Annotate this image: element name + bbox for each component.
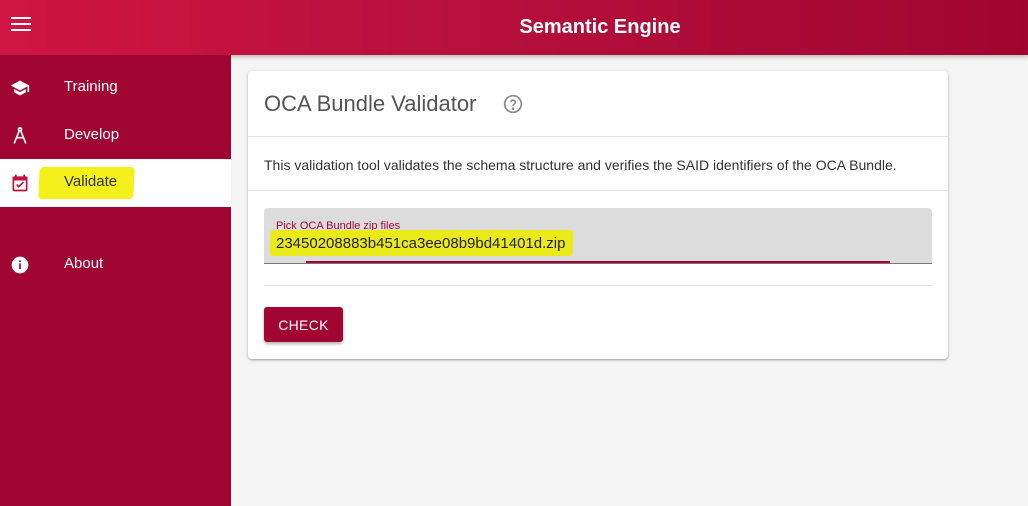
sidebar-item-validate[interactable]: Validate xyxy=(0,159,231,207)
info-icon xyxy=(10,255,30,275)
sidebar-item-about[interactable]: About xyxy=(0,241,231,289)
file-picker-value: 23450208883b451ca3ee08b9bd41401d.zip xyxy=(276,235,566,252)
sidebar-item-develop[interactable]: Develop xyxy=(0,112,231,160)
sidebar-item-label: About xyxy=(64,255,104,272)
check-button[interactable]: CHECK xyxy=(264,307,343,342)
checkbox-calendar-icon xyxy=(10,173,30,193)
field-underline xyxy=(264,263,932,264)
divider xyxy=(264,285,932,286)
description-text: This validation tool validates the schem… xyxy=(264,157,897,173)
field-focus-underline xyxy=(306,261,890,263)
app-title: Semantic Engine xyxy=(519,16,681,38)
divider xyxy=(248,136,948,137)
compass-icon xyxy=(10,126,30,146)
page-title: OCA Bundle Validator xyxy=(264,91,477,116)
validator-card: OCA Bundle Validator This validation too… xyxy=(248,71,948,359)
sidebar-item-training[interactable]: Training xyxy=(0,64,231,112)
sidebar: Training Develop Validate About xyxy=(0,55,231,506)
sidebar-item-label: Training xyxy=(64,78,118,95)
file-picker-field[interactable]: Pick OCA Bundle zip files 23450208883b45… xyxy=(264,208,932,264)
sidebar-item-label: Develop xyxy=(64,126,120,143)
help-circle-icon[interactable] xyxy=(503,94,523,114)
app-header: Semantic Engine xyxy=(0,0,1028,55)
sidebar-item-label: Validate xyxy=(64,173,118,190)
graduation-cap-icon xyxy=(10,78,30,98)
divider xyxy=(248,190,948,191)
